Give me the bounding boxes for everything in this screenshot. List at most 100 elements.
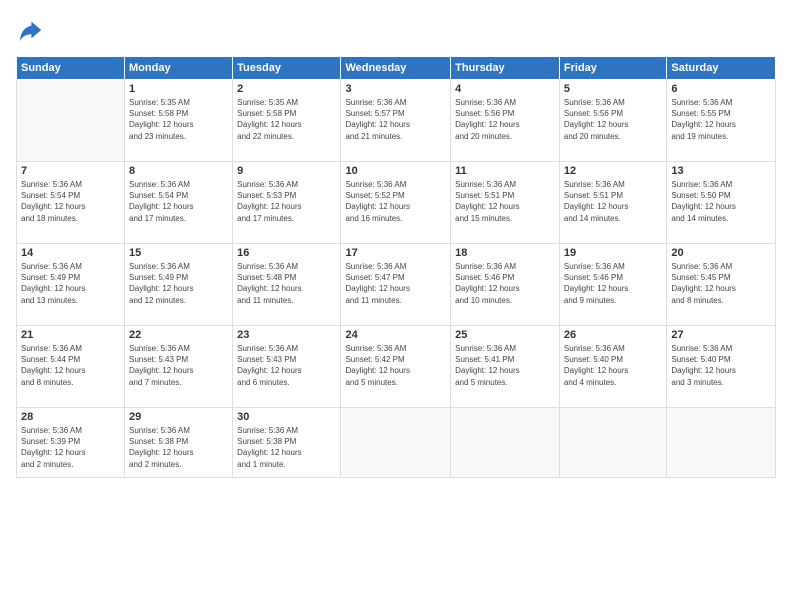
- day-info: Sunrise: 5:36 AMSunset: 5:39 PMDaylight:…: [21, 425, 120, 470]
- calendar-cell: 9Sunrise: 5:36 AMSunset: 5:53 PMDaylight…: [233, 162, 341, 244]
- day-number: 25: [455, 329, 555, 341]
- day-number: 15: [129, 247, 228, 259]
- day-info: Sunrise: 5:36 AMSunset: 5:51 PMDaylight:…: [564, 179, 662, 224]
- calendar-cell: 19 Sunrise: 5:36 AMSunset: 5:46 PMDayligh…: [559, 244, 666, 326]
- calendar-cell: 15 Sunrise: 5:36 AMSunset: 5:49 PMDayligh…: [125, 244, 233, 326]
- day-info: Sunrise: 5:36 AMSunset: 5:42 PMDaylight:…: [345, 343, 446, 388]
- day-number: 20: [671, 247, 771, 259]
- calendar-cell: 28 Sunrise: 5:36 AMSunset: 5:39 PMDayligh…: [17, 408, 125, 478]
- day-number: 5: [564, 83, 662, 95]
- calendar-cell: 16Sunrise: 5:36 AMSunset: 5:48 PMDayligh…: [233, 244, 341, 326]
- calendar-header-row: SundayMondayTuesdayWednesdayThursdayFrid…: [17, 57, 776, 80]
- day-number: 21: [21, 329, 120, 341]
- weekday-header: Thursday: [451, 57, 560, 80]
- calendar-cell: 7 Sunrise: 5:36 AMSunset: 5:54 PMDaylight…: [17, 162, 125, 244]
- day-number: 4: [455, 83, 555, 95]
- day-info: Sunrise: 5:36 AMSunset: 5:40 PMDaylight:…: [671, 343, 771, 388]
- day-info: Sunrise: 5:36 AMSunset: 5:46 PMDaylight:…: [564, 261, 662, 306]
- calendar-cell: 12 Sunrise: 5:36 AMSunset: 5:51 PMDayligh…: [559, 162, 666, 244]
- weekday-header: Tuesday: [233, 57, 341, 80]
- day-number: 6: [671, 83, 771, 95]
- day-info: Sunrise: 5:36 AMSunset: 5:47 PMDaylight:…: [345, 261, 446, 306]
- calendar-cell: 27 Sunrise: 5:36 AMSunset: 5:40 PMDayligh…: [667, 326, 776, 408]
- day-info: Sunrise: 5:36 AMSunset: 5:40 PMDaylight:…: [564, 343, 662, 388]
- day-info: Sunrise: 5:36 AMSunset: 5:50 PMDaylight:…: [671, 179, 771, 224]
- weekday-header: Monday: [125, 57, 233, 80]
- day-number: 17: [345, 247, 446, 259]
- calendar-cell: 11 Sunrise: 5:36 AMSunset: 5:51 PMDayligh…: [451, 162, 560, 244]
- calendar-cell: 17 Sunrise: 5:36 AMSunset: 5:47 PMDayligh…: [341, 244, 451, 326]
- calendar-cell: 10Sunrise: 5:36 AMSunset: 5:52 PMDayligh…: [341, 162, 451, 244]
- calendar-cell: [451, 408, 560, 478]
- calendar-cell: 4Sunrise: 5:36 AMSunset: 5:56 PMDaylight…: [451, 80, 560, 162]
- calendar-cell: 29 Sunrise: 5:36 AMSunset: 5:38 PMDayligh…: [125, 408, 233, 478]
- page-header: [16, 16, 776, 44]
- calendar-cell: 5 Sunrise: 5:36 AMSunset: 5:56 PMDaylight…: [559, 80, 666, 162]
- calendar-cell: 1 Sunrise: 5:35 AMSunset: 5:58 PMDaylight…: [125, 80, 233, 162]
- weekday-header: Sunday: [17, 57, 125, 80]
- day-info: Sunrise: 5:36 AMSunset: 5:54 PMDaylight:…: [129, 179, 228, 224]
- day-number: 1: [129, 83, 228, 95]
- weekday-header: Wednesday: [341, 57, 451, 80]
- day-number: 19: [564, 247, 662, 259]
- day-info: Sunrise: 5:36 AMSunset: 5:49 PMDaylight:…: [129, 261, 228, 306]
- day-info: Sunrise: 5:36 AMSunset: 5:56 PMDaylight:…: [564, 97, 662, 142]
- day-info: Sunrise: 5:36 AMSunset: 5:45 PMDaylight:…: [671, 261, 771, 306]
- calendar-cell: 25 Sunrise: 5:36 AMSunset: 5:41 PMDayligh…: [451, 326, 560, 408]
- day-info: Sunrise: 5:36 AMSunset: 5:41 PMDaylight:…: [455, 343, 555, 388]
- calendar-cell: 26 Sunrise: 5:36 AMSunset: 5:40 PMDayligh…: [559, 326, 666, 408]
- day-number: 16: [237, 247, 336, 259]
- day-info: Sunrise: 5:35 AMSunset: 5:58 PMDaylight:…: [129, 97, 228, 142]
- day-info: Sunrise: 5:36 AMSunset: 5:54 PMDaylight:…: [21, 179, 120, 224]
- calendar-cell: 22 Sunrise: 5:36 AMSunset: 5:43 PMDayligh…: [125, 326, 233, 408]
- weekday-header: Friday: [559, 57, 666, 80]
- day-number: 29: [129, 411, 228, 423]
- day-number: 28: [21, 411, 120, 423]
- logo-icon: [16, 16, 44, 44]
- calendar-cell: 24 Sunrise: 5:36 AMSunset: 5:42 PMDayligh…: [341, 326, 451, 408]
- day-number: 22: [129, 329, 228, 341]
- day-info: Sunrise: 5:36 AMSunset: 5:52 PMDaylight:…: [345, 179, 446, 224]
- calendar-cell: [667, 408, 776, 478]
- calendar-cell: 13 Sunrise: 5:36 AMSunset: 5:50 PMDayligh…: [667, 162, 776, 244]
- day-info: Sunrise: 5:36 AMSunset: 5:44 PMDaylight:…: [21, 343, 120, 388]
- day-number: 7: [21, 165, 120, 177]
- day-number: 23: [237, 329, 336, 341]
- day-info: Sunrise: 5:36 AMSunset: 5:43 PMDaylight:…: [237, 343, 336, 388]
- calendar-cell: [341, 408, 451, 478]
- day-number: 11: [455, 165, 555, 177]
- calendar-cell: 14Sunrise: 5:36 AMSunset: 5:49 PMDayligh…: [17, 244, 125, 326]
- calendar-cell: 3 Sunrise: 5:36 AMSunset: 5:57 PMDaylight…: [341, 80, 451, 162]
- weekday-header: Saturday: [667, 57, 776, 80]
- day-number: 26: [564, 329, 662, 341]
- day-number: 18: [455, 247, 555, 259]
- day-info: Sunrise: 5:36 AMSunset: 5:57 PMDaylight:…: [345, 97, 446, 142]
- day-number: 9: [237, 165, 336, 177]
- day-number: 13: [671, 165, 771, 177]
- calendar-cell: 23 Sunrise: 5:36 AMSunset: 5:43 PMDayligh…: [233, 326, 341, 408]
- day-info: Sunrise: 5:35 AMSunset: 5:58 PMDaylight:…: [237, 97, 336, 142]
- calendar-cell: [17, 80, 125, 162]
- calendar-cell: 8 Sunrise: 5:36 AMSunset: 5:54 PMDaylight…: [125, 162, 233, 244]
- day-number: 27: [671, 329, 771, 341]
- calendar-cell: 20 Sunrise: 5:36 AMSunset: 5:45 PMDayligh…: [667, 244, 776, 326]
- calendar-cell: 6 Sunrise: 5:36 AMSunset: 5:55 PMDaylight…: [667, 80, 776, 162]
- calendar-cell: 21 Sunrise: 5:36 AMSunset: 5:44 PMDayligh…: [17, 326, 125, 408]
- day-number: 3: [345, 83, 446, 95]
- calendar-cell: [559, 408, 666, 478]
- calendar: SundayMondayTuesdayWednesdayThursdayFrid…: [16, 56, 776, 478]
- day-number: 12: [564, 165, 662, 177]
- day-info: Sunrise: 5:36 AMSunset: 5:38 PMDaylight:…: [129, 425, 228, 470]
- calendar-cell: 18 Sunrise: 5:36 AMSunset: 5:46 PMDayligh…: [451, 244, 560, 326]
- day-info: Sunrise: 5:36 AMSunset: 5:38 PMDaylight:…: [237, 425, 336, 470]
- day-info: Sunrise: 5:36 AMSunset: 5:55 PMDaylight:…: [671, 97, 771, 142]
- logo: [16, 16, 48, 44]
- calendar-cell: 2Sunrise: 5:35 AMSunset: 5:58 PMDaylight…: [233, 80, 341, 162]
- day-info: Sunrise: 5:36 AMSunset: 5:49 PMDaylight:…: [21, 261, 120, 306]
- day-number: 24: [345, 329, 446, 341]
- day-info: Sunrise: 5:36 AMSunset: 5:43 PMDaylight:…: [129, 343, 228, 388]
- day-info: Sunrise: 5:36 AMSunset: 5:46 PMDaylight:…: [455, 261, 555, 306]
- calendar-cell: 30Sunrise: 5:36 AMSunset: 5:38 PMDayligh…: [233, 408, 341, 478]
- day-info: Sunrise: 5:36 AMSunset: 5:51 PMDaylight:…: [455, 179, 555, 224]
- day-number: 8: [129, 165, 228, 177]
